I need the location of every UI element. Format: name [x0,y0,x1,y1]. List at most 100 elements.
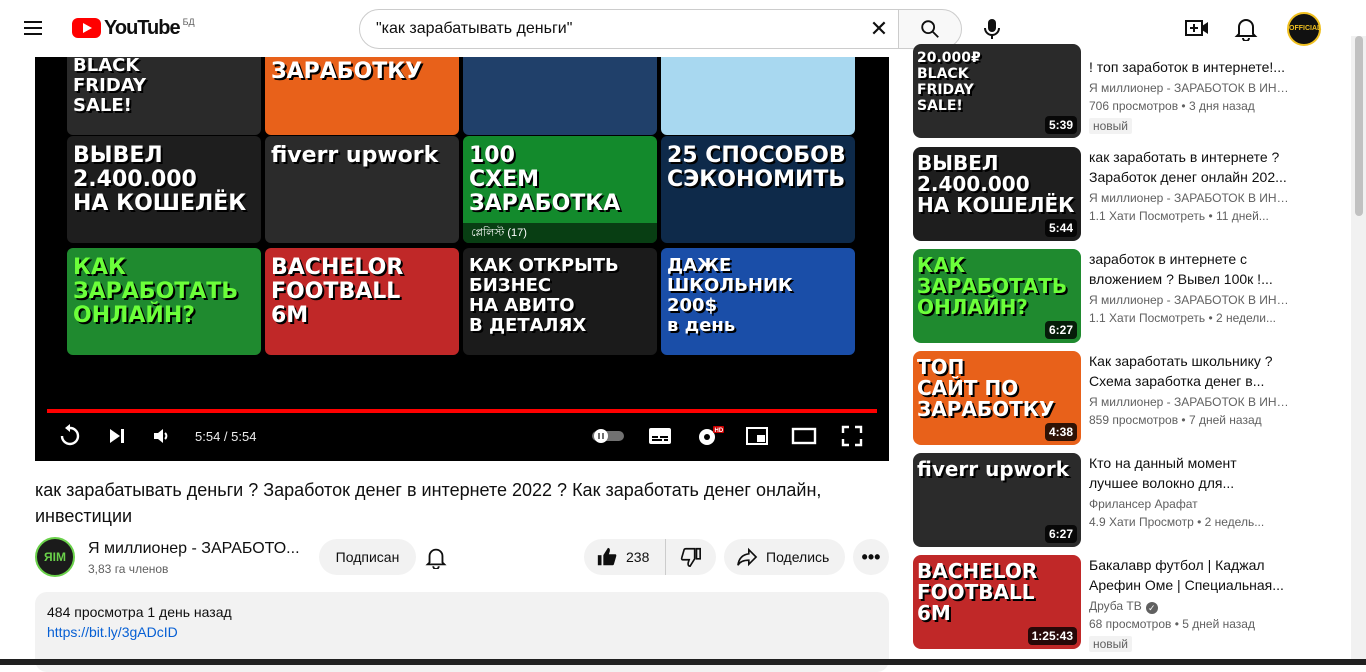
related-video-channel-name: Я миллионер - ЗАРАБОТОК В ИНТ... [1089,81,1289,95]
theater-icon [791,427,817,445]
related-thumbnail-label: ВЫВЕЛ 2.400.000 НА КОШЕЛЁК [917,151,1075,217]
end-screen-video[interactable]: ВЫВЕЛ 2.400.000 НА КОШЕЛЁК [67,136,261,243]
account-avatar[interactable]: OFFICIAL [1287,12,1321,46]
related-video-channel[interactable]: Я миллионер - ЗАРАБОТОК В ИНТ... [1089,81,1289,95]
miniplayer-button[interactable] [742,423,772,449]
related-thumbnail-label: BACHELOR FOOTBALL 6M [917,559,1038,625]
related-video-title[interactable]: как заработать в интернете ? Заработок д… [1089,147,1289,187]
progress-bar[interactable] [47,409,877,413]
channel-notifications-button[interactable] [424,545,448,570]
like-button[interactable]: 238 [584,539,666,575]
related-video-title[interactable]: заработок в интернете с вложением ? Выве… [1089,249,1289,289]
youtube-logo[interactable]: YouTube БД [72,16,195,40]
end-screen-video[interactable]: ДАЖЕ ШКОЛЬНИК 200$ в день [661,248,855,355]
volume-button[interactable] [147,423,177,449]
related-video-thumbnail[interactable]: 20.000₽ BLACK FRIDAY SALE! 5:39 [913,44,1081,138]
related-video-meta: 68 просмотров • 5 дней назад [1089,617,1255,631]
settings-button[interactable]: HD [693,423,727,449]
end-screen-video[interactable]: 25 СПОСОБОВ СЭКОНОМИТЬ [661,136,855,243]
more-actions-button[interactable]: ••• [853,539,889,575]
dislike-button[interactable] [666,539,716,575]
related-video-item[interactable]: fiverr upwork 6:27 Кто на данный момент лу… [913,453,1293,547]
fullscreen-button[interactable] [837,423,867,449]
create-button[interactable] [1184,15,1210,41]
end-screen-video-label: বাঘার [667,57,718,60]
video-duration: 6:27 [1044,321,1077,339]
end-screen-video[interactable]: BACHELOR FOOTBALL 6M [265,248,459,355]
clear-search-icon[interactable]: ✕ [868,18,890,40]
video-player[interactable]: 20.000₽ BLACK FRIDAY SALE! САЙТ ПО ЗАРАБО… [35,57,889,461]
voice-search-button[interactable] [972,9,1012,49]
related-video-item[interactable]: 20.000₽ BLACK FRIDAY SALE! 5:39 ! топ зара… [913,44,1293,138]
like-dislike-group: 238 [584,539,716,575]
replay-button[interactable] [55,423,85,449]
autoplay-toggle[interactable] [590,423,626,449]
end-screen-video[interactable]: КАК ЗАРАБОТАТЬ ОНЛАЙН? [67,248,261,355]
create-icon [1185,20,1208,36]
scrollbar[interactable] [1351,36,1366,665]
related-video-title[interactable]: ! топ заработок в интернете!... [1089,57,1289,77]
end-screen-video-label: 25 СПОСОБОВ СЭКОНОМИТЬ [667,143,846,192]
end-screen-video[interactable]: 20.000₽ BLACK FRIDAY SALE! [67,57,261,135]
related-video-thumbnail[interactable]: ТОП САЙТ ПО ЗАРАБОТКУ 4:38 [913,351,1081,445]
channel-avatar[interactable]: ЯІМ [35,537,75,577]
channel-name[interactable]: Я миллионер - ЗАРАБОТО... [88,540,303,558]
end-screen-video[interactable]: КАК ОТКРЫТЬ БИЗНЕС НА АВИТО В ДЕТАЛЯХ [463,248,657,355]
related-video-meta: 1.1 Хати Посмотреть • 2 недели... [1089,311,1277,325]
related-video-channel[interactable]: Друба ТВ ✓ [1089,599,1289,614]
related-video-channel-name: Я миллионер - ЗАРАБОТОК В ИНТ... [1089,293,1289,307]
related-video-item[interactable]: ТОП САЙТ ПО ЗАРАБОТКУ 4:38 Как заработать … [913,351,1293,445]
related-thumbnail-label: fiverr upwork [917,457,1070,481]
related-video-thumbnail[interactable]: fiverr upwork 6:27 [913,453,1081,547]
end-screen-video[interactable]: fiverr upwork [265,136,459,243]
description-link[interactable]: https://bit.ly/3gADcID [47,624,877,640]
subtitles-button[interactable] [645,423,675,449]
video-duration: 5:44 [1044,219,1077,237]
logo-region: БД [182,17,195,27]
replay-icon [60,424,80,446]
search-input[interactable] [376,20,866,38]
new-badge: новый [1089,118,1133,134]
end-screen-video[interactable]: 100 СХЕМ ЗАРАБОТКА প্লেলিস্ট (17) [463,136,657,243]
related-video-channel[interactable]: Я миллионер - ЗАРАБОТОК В ИНТ... [1089,191,1289,205]
related-video-item[interactable]: КАК ЗАРАБОТАТЬ ОНЛАЙН? 6:27 заработок в ин… [913,249,1293,343]
theater-mode-button[interactable] [789,423,819,449]
related-video-channel[interactable]: Я миллионер - ЗАРАБОТОК В ИНТ... [1089,293,1289,307]
notifications-button[interactable] [1233,15,1259,42]
next-button[interactable] [102,423,132,449]
scrollbar-thumb[interactable] [1355,36,1363,216]
end-screen-video[interactable]: ОНЛАЙН [463,57,657,135]
like-icon [597,547,617,566]
related-video-thumbnail[interactable]: КАК ЗАРАБОТАТЬ ОНЛАЙН? 6:27 [913,249,1081,343]
bell-icon [1234,19,1258,42]
playlist-badge: প্লেলিস্ট (17) [463,223,657,243]
end-screen-grid: 20.000₽ BLACK FRIDAY SALE! САЙТ ПО ЗАРАБО… [67,57,857,357]
video-duration: 4:38 [1044,423,1077,441]
related-video-channel[interactable]: Я миллионер - ЗАРАБОТОК В ИНТ... [1089,395,1289,409]
subscribed-button[interactable]: Подписан [319,539,416,575]
share-button[interactable]: Поделись [724,539,845,575]
end-screen-video[interactable]: САЙТ ПО ЗАРАБОТКУ [265,57,459,135]
search-button[interactable] [898,9,962,49]
related-video-item[interactable]: ВЫВЕЛ 2.400.000 НА КОШЕЛЁК 5:44 как зарабо… [913,147,1293,241]
related-video-item[interactable]: BACHELOR FOOTBALL 6M 1:25:43 Бакалавр футб… [913,555,1293,652]
verified-icon: ✓ [1145,602,1158,614]
related-video-channel[interactable]: Фрилансер Арафат [1089,497,1289,511]
related-video-title[interactable]: Кто на данный момент лучшее волокно для.… [1089,453,1289,493]
end-screen-video-label: ВЫВЕЛ 2.400.000 НА КОШЕЛЁК [73,143,247,216]
related-video-thumbnail[interactable]: ВЫВЕЛ 2.400.000 НА КОШЕЛЁК 5:44 [913,147,1081,241]
end-screen-video-label: 20.000₽ BLACK FRIDAY SALE! [73,57,147,116]
end-screen-video-label: 100 СХЕМ ЗАРАБОТКА [469,143,621,216]
autoplay-toggle-icon [592,429,624,443]
related-video-title[interactable]: Как заработать школьнику ? Схема заработ… [1089,351,1289,391]
end-screen-video[interactable]: বাঘার [661,57,855,135]
miniplayer-icon [746,427,768,445]
share-label: Поделись [766,549,830,565]
related-video-thumbnail[interactable]: BACHELOR FOOTBALL 6M 1:25:43 [913,555,1081,649]
like-count: 238 [626,549,650,565]
menu-icon[interactable] [24,17,48,39]
related-video-channel-name: Я миллионер - ЗАРАБОТОК В ИНТ... [1089,395,1289,409]
mic-icon [984,19,1000,39]
related-video-title[interactable]: Бакалавр футбол | Каджал Арефин Оме | Сп… [1089,555,1289,595]
related-video-channel-name: Друба ТВ [1089,599,1142,613]
